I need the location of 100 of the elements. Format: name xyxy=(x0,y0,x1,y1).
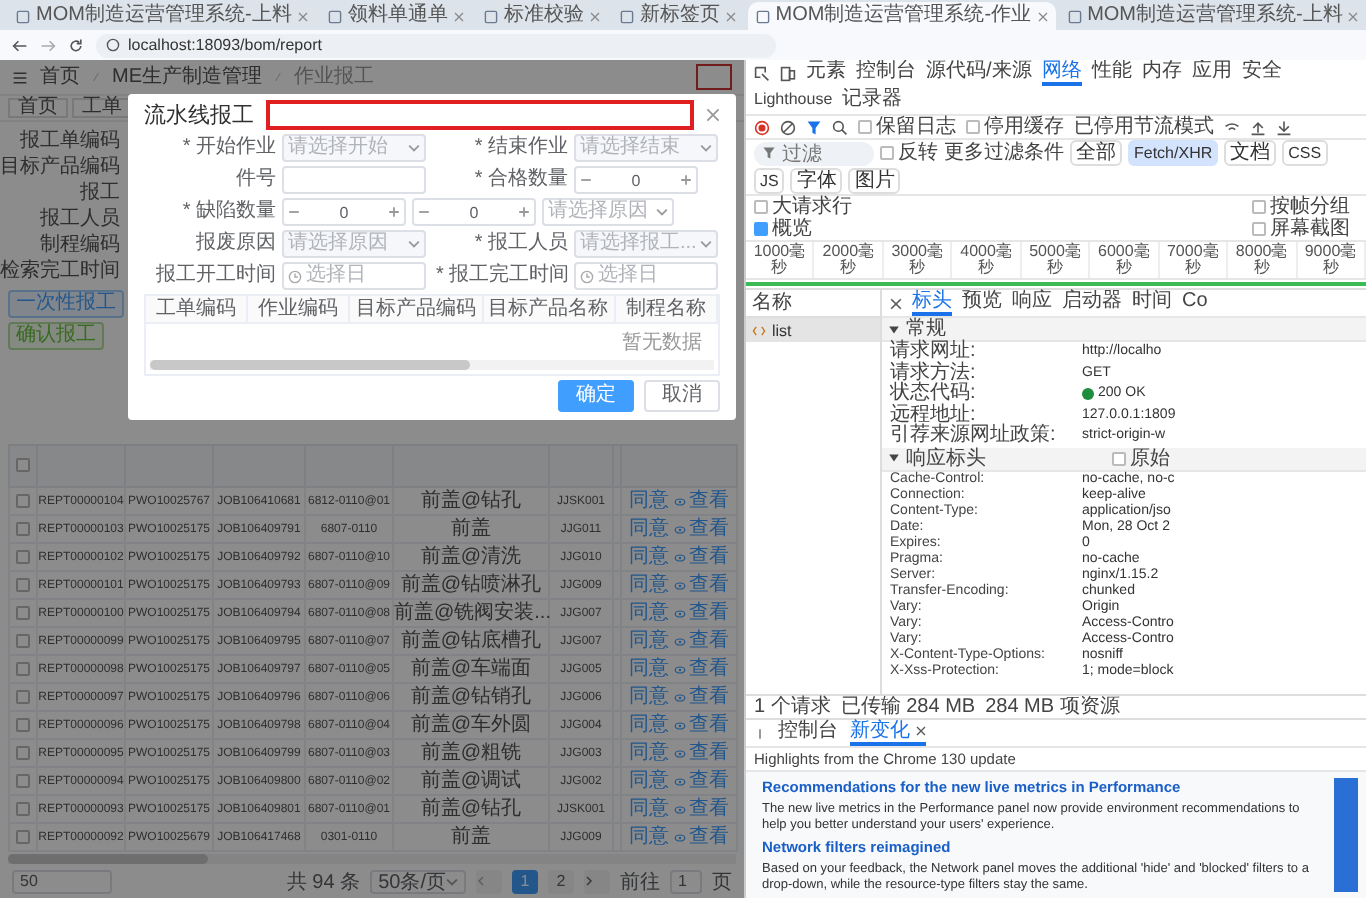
request-row[interactable]: list xyxy=(746,318,880,342)
cancel-button[interactable]: 取消 xyxy=(644,380,720,412)
checkbox[interactable] xyxy=(16,493,30,508)
type-filter[interactable]: 全部 xyxy=(1070,140,1122,166)
number-field[interactable]: 0 xyxy=(574,166,698,194)
checkbox[interactable] xyxy=(16,661,30,676)
page-size-field[interactable]: 50 xyxy=(12,869,112,893)
reload-icon[interactable] xyxy=(68,37,84,53)
detail-tab[interactable]: 时间 xyxy=(1132,290,1172,316)
device-icon[interactable] xyxy=(780,65,796,81)
browser-tab[interactable]: 标准校验 xyxy=(475,2,608,30)
next-page-button[interactable] xyxy=(584,869,610,893)
address-field[interactable]: localhost:18093/bom/report xyxy=(96,33,776,57)
field-label: * 报工完工时间 xyxy=(436,266,568,286)
browser-tab[interactable]: 新标签页 xyxy=(611,2,744,30)
page-button[interactable]: 2 xyxy=(548,869,574,893)
checkbox[interactable] xyxy=(16,745,30,760)
checkbox-option[interactable]: 停用缓存 xyxy=(966,116,1064,138)
checkbox[interactable] xyxy=(16,458,30,473)
panel-tab[interactable]: 源代码/来源 xyxy=(926,60,1032,86)
clock-icon xyxy=(580,269,594,283)
panel-tab[interactable]: 记录器 xyxy=(842,88,903,114)
header-name: 远程地址: xyxy=(890,405,976,425)
browser-tab[interactable]: MOM制造运营管理系统-作业 xyxy=(747,2,1056,30)
checkbox[interactable] xyxy=(16,801,30,816)
detail-tab[interactable]: Co xyxy=(1182,290,1208,316)
table-cell: 前盖@钻底槽孔 xyxy=(400,631,542,651)
type-filter[interactable]: 图片 xyxy=(848,168,901,194)
type-filter[interactable]: 文档 xyxy=(1224,140,1277,166)
breadcrumb-item[interactable]: ME生产制造管理 xyxy=(112,67,262,87)
detail-tab[interactable]: 预览 xyxy=(962,290,1002,316)
panel-tab[interactable]: 内存 xyxy=(1141,60,1182,86)
back-icon[interactable] xyxy=(12,37,28,53)
search-icon[interactable] xyxy=(832,119,848,135)
checkbox[interactable] xyxy=(16,605,30,620)
number-field[interactable]: 0 xyxy=(412,198,536,226)
detail-tab[interactable]: 响应 xyxy=(1012,290,1052,316)
close-icon[interactable] xyxy=(1037,11,1048,21)
number-field[interactable]: 0 xyxy=(282,198,406,226)
panel-tab[interactable]: 网络 xyxy=(1041,60,1082,86)
section-header[interactable]: 常规 xyxy=(882,318,1366,342)
throttling-select[interactable]: 已停用节流模式 xyxy=(1074,116,1214,138)
checkbox-option[interactable]: 按帧分组 xyxy=(1252,196,1350,218)
panel-tab[interactable]: Lighthouse xyxy=(754,88,833,114)
scrollbar-thumb[interactable] xyxy=(8,854,208,864)
checkbox-option[interactable]: 大请求行 xyxy=(754,196,1252,218)
menu-icon[interactable] xyxy=(754,725,766,741)
clear-icon[interactable] xyxy=(780,119,796,135)
browser-tab[interactable]: MOM制造运营管理系统-上料 xyxy=(8,2,316,30)
menu-icon[interactable] xyxy=(12,69,28,85)
status-text: 1 个请求 xyxy=(754,696,831,718)
checkbox-option[interactable]: 保留日志 xyxy=(858,116,956,138)
type-filter[interactable]: CSS xyxy=(1282,140,1328,166)
page-tab[interactable]: 首页 xyxy=(8,98,68,118)
checkbox[interactable] xyxy=(16,689,30,704)
detail-tab[interactable]: 启动器 xyxy=(1062,290,1122,316)
checkbox[interactable] xyxy=(16,829,30,844)
header-name: 状态代码: xyxy=(890,384,978,404)
eye-icon xyxy=(673,831,685,843)
checkbox-option[interactable]: 反转 xyxy=(880,142,938,164)
forward-icon[interactable] xyxy=(40,37,56,53)
checkbox-option[interactable]: 原始 xyxy=(1112,447,1170,469)
checkbox-option[interactable]: 概览 xyxy=(754,218,1252,240)
browser-tab[interactable]: 领料单通单 xyxy=(319,2,472,30)
breadcrumb-item[interactable]: 首页 xyxy=(40,67,80,87)
column-header: 作业编码 xyxy=(248,296,351,322)
input-field[interactable] xyxy=(282,166,426,194)
panel-tab[interactable]: 元素 xyxy=(806,60,846,86)
close-icon[interactable] xyxy=(890,297,902,309)
checkbox[interactable] xyxy=(16,549,30,564)
checkbox[interactable] xyxy=(16,717,30,732)
checkbox[interactable] xyxy=(16,633,30,648)
page-tab[interactable]: 工单 xyxy=(72,98,132,118)
drawer-tab[interactable]: 控制台 xyxy=(778,720,838,746)
checkbox-option[interactable]: 屏幕截图 xyxy=(1252,218,1350,240)
filter-field[interactable]: 过滤 xyxy=(754,141,874,165)
checkbox[interactable] xyxy=(16,521,30,536)
confirm-button[interactable]: 确定 xyxy=(558,380,634,412)
field-label: * 结束作业 xyxy=(472,138,568,158)
upload-icon[interactable] xyxy=(1250,119,1266,135)
inspect-icon[interactable] xyxy=(754,65,770,81)
close-icon[interactable] xyxy=(916,726,926,736)
panel-tab[interactable]: 控制台 xyxy=(856,60,916,86)
checkbox[interactable] xyxy=(16,773,30,788)
checkbox[interactable] xyxy=(16,577,30,592)
type-filter[interactable]: Fetch/XHR xyxy=(1128,140,1219,166)
illustration-placeholder xyxy=(1334,778,1358,892)
download-icon[interactable] xyxy=(1276,119,1292,135)
empty-text: 暂无数据 xyxy=(622,329,702,356)
panel-tab[interactable]: 性能 xyxy=(1091,60,1132,86)
type-filter[interactable]: JS xyxy=(754,168,785,194)
page-size-select[interactable]: 50条/页 xyxy=(370,869,466,893)
goto-field[interactable]: 1 xyxy=(670,869,702,893)
more-filters-select[interactable]: 更多过滤条件 xyxy=(944,142,1064,164)
section-header[interactable]: 响应标头 原始 xyxy=(882,447,1366,471)
record-icon[interactable] xyxy=(754,119,770,135)
type-filter[interactable]: 字体 xyxy=(790,168,843,194)
browser-tab[interactable]: MOM制造运营管理系统-上料 xyxy=(1059,2,1366,30)
previous-page-button[interactable] xyxy=(476,869,502,893)
scrollbar-thumb[interactable] xyxy=(150,360,470,370)
